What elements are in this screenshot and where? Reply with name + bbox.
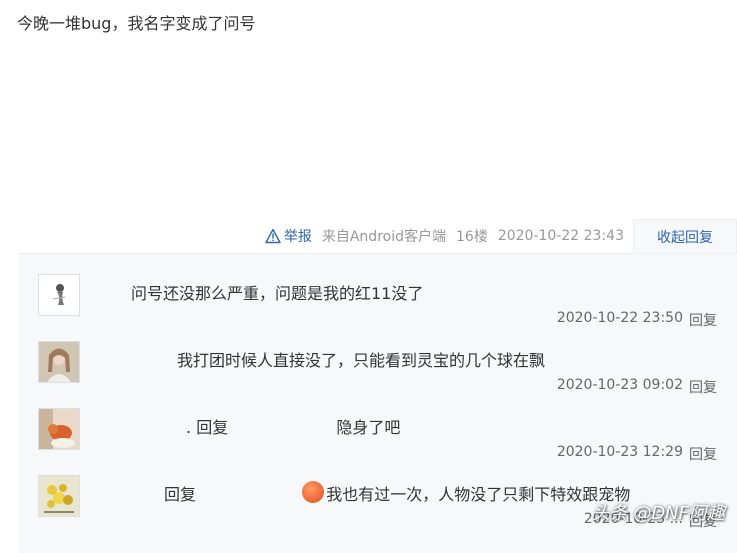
floor-number: 16楼 xyxy=(456,229,488,245)
avatar-image xyxy=(39,409,79,449)
post-time: 2020-10-22 23:43 xyxy=(497,228,624,244)
avatar-image xyxy=(39,342,79,382)
reply-time: 2020-10-23 09:02 xyxy=(556,377,683,393)
reply-footer: 2020-10-23 09:02 回复 xyxy=(557,377,717,397)
post-meta-bar: 举报 来自Android客户端 16楼 2020-10-22 23:43 收起回… xyxy=(18,219,737,253)
report-label: 举报 xyxy=(283,229,312,245)
report-button[interactable]: 举报 xyxy=(265,226,312,246)
avatar[interactable] xyxy=(38,274,80,316)
reply-to-label: 回复 xyxy=(164,485,197,504)
reply-text-line: . 回复 隐身了吧 xyxy=(186,414,400,438)
reply-button[interactable]: 回复 xyxy=(689,310,717,330)
reply-item: . 回复 隐身了吧 2020-10-23 12:29 回复 xyxy=(18,408,737,475)
post-content: 今晚一堆bug，我名字变成了问号 xyxy=(17,14,256,33)
reply-time: 2020-10-23 12:29 xyxy=(556,444,683,460)
reply-text: 问号还没那么严重，问题是我的红11没了 xyxy=(131,284,424,303)
warning-icon xyxy=(265,228,281,244)
collapse-replies-button[interactable]: 收起回复 xyxy=(633,219,737,253)
avatar[interactable] xyxy=(38,408,80,450)
reply-text: 我打团时候人直接没了，只能看到灵宝的几个球在飘 xyxy=(177,351,546,370)
reply-time: 2020-10-22 23:50 xyxy=(556,310,683,326)
emoji-face-icon xyxy=(302,481,325,503)
reply-item: 我打团时候人直接没了，只能看到灵宝的几个球在飘 2020-10-23 09:02… xyxy=(18,341,737,408)
reply-text: 隐身了吧 xyxy=(336,418,401,437)
avatar[interactable] xyxy=(38,475,80,517)
avatar-image xyxy=(39,275,79,315)
client-source: 来自Android客户端 xyxy=(321,229,446,245)
reply-button[interactable]: 回复 xyxy=(689,377,717,397)
reply-text: 我也有过一次，人物没了只剩下特效跟宠物 xyxy=(326,485,631,504)
avatar[interactable] xyxy=(38,341,80,383)
reply-text-line: 回复 我也有过一次，人物没了只剩下特效跟宠物 xyxy=(164,481,630,505)
post-meta: 举报 来自Android客户端 16楼 2020-10-22 23:43 xyxy=(265,219,624,253)
reply-footer: 2020-10-22 23:50 回复 xyxy=(557,310,717,330)
watermark: 头条 @DNF阿趣 xyxy=(591,503,725,524)
reply-to-label: 回复 xyxy=(196,418,229,437)
reply-item: 问号还没那么严重，问题是我的红11没了 2020-10-22 23:50 回复 xyxy=(18,274,737,341)
reply-footer: 2020-10-23 12:29 回复 xyxy=(557,444,717,464)
reply-mention-dot: . xyxy=(186,418,192,437)
avatar-image xyxy=(39,476,79,516)
reply-button[interactable]: 回复 xyxy=(689,444,717,464)
